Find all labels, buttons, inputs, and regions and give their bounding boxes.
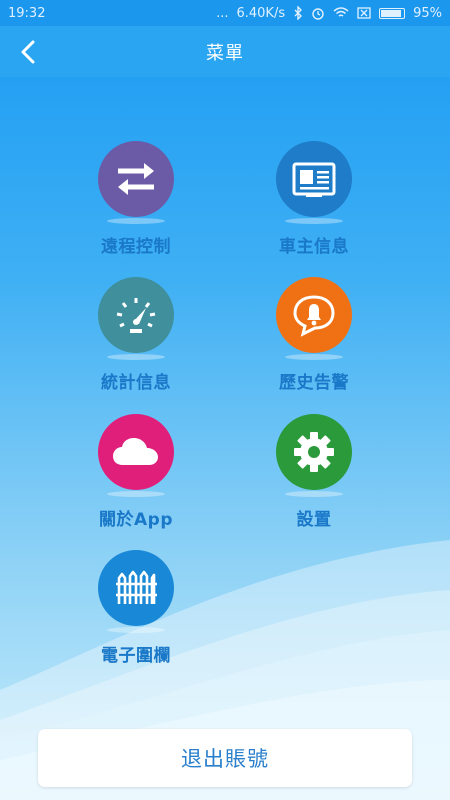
menu-item-alarm-history[interactable]: 歷史告警 bbox=[239, 277, 389, 393]
statistics-circle bbox=[98, 277, 174, 353]
status-right: ... 6.40K/s 95% bbox=[216, 6, 442, 21]
gear-icon bbox=[294, 432, 334, 472]
chevron-left-icon bbox=[21, 40, 35, 64]
menu-label-remote-control: 遠程控制 bbox=[101, 237, 171, 257]
remote-control-circle bbox=[98, 141, 174, 217]
status-bar: 19:32 ... 6.40K/s 95% bbox=[0, 0, 450, 26]
swap-arrows-icon bbox=[118, 163, 154, 195]
page-title: 菜單 bbox=[206, 42, 244, 64]
menu-label-owner-info: 車主信息 bbox=[279, 237, 349, 257]
bell-bubble-icon bbox=[293, 295, 335, 337]
bluetooth-icon bbox=[294, 6, 303, 20]
menu-label-statistics: 統計信息 bbox=[101, 373, 171, 393]
settings-circle bbox=[276, 414, 352, 490]
icon-shadow bbox=[107, 354, 165, 360]
fence-icon bbox=[116, 570, 157, 604]
about-circle bbox=[98, 414, 174, 490]
status-dots: ... bbox=[216, 5, 229, 21]
background-waves bbox=[0, 540, 450, 800]
id-card-icon bbox=[292, 162, 336, 197]
menu-label-alarm-history: 歷史告警 bbox=[279, 373, 349, 393]
owner-info-circle bbox=[276, 141, 352, 217]
menu-label-settings: 設置 bbox=[296, 510, 332, 530]
logout-button[interactable]: 退出賬號 bbox=[38, 729, 412, 787]
icon-shadow bbox=[285, 218, 343, 224]
battery-percent: 95% bbox=[413, 5, 442, 21]
icon-shadow bbox=[107, 491, 165, 497]
menu-item-statistics[interactable]: 統計信息 bbox=[61, 277, 211, 393]
alarm-icon bbox=[312, 8, 324, 20]
menu-label-about: 關於App bbox=[99, 510, 173, 530]
back-button[interactable] bbox=[12, 36, 44, 68]
network-speed: 6.40K/s bbox=[236, 5, 286, 21]
icon-shadow bbox=[285, 354, 343, 360]
geofence-circle bbox=[98, 550, 174, 626]
battery-icon bbox=[379, 7, 406, 19]
menu-label-geofence: 電子圍欄 bbox=[101, 646, 171, 666]
no-sim-icon bbox=[357, 7, 371, 19]
menu-screen: 19:32 ... 6.40K/s 95% 菜單 遠程控制 車主信息 統計信息 … bbox=[0, 0, 450, 800]
speedometer-icon bbox=[116, 298, 156, 333]
icon-shadow bbox=[285, 491, 343, 497]
header: 菜單 bbox=[0, 26, 450, 77]
menu-item-geofence[interactable]: 電子圍欄 bbox=[61, 550, 211, 666]
menu-item-settings[interactable]: 設置 bbox=[239, 414, 389, 530]
cloud-icon bbox=[113, 438, 158, 465]
alarm-history-circle bbox=[276, 277, 352, 353]
menu-item-about[interactable]: 關於App bbox=[61, 414, 211, 530]
menu-item-remote-control[interactable]: 遠程控制 bbox=[61, 141, 211, 257]
icon-shadow bbox=[107, 627, 165, 633]
wifi-icon bbox=[333, 7, 349, 17]
icon-shadow bbox=[107, 218, 165, 224]
status-time: 19:32 bbox=[8, 5, 46, 21]
menu-item-owner-info[interactable]: 車主信息 bbox=[239, 141, 389, 257]
